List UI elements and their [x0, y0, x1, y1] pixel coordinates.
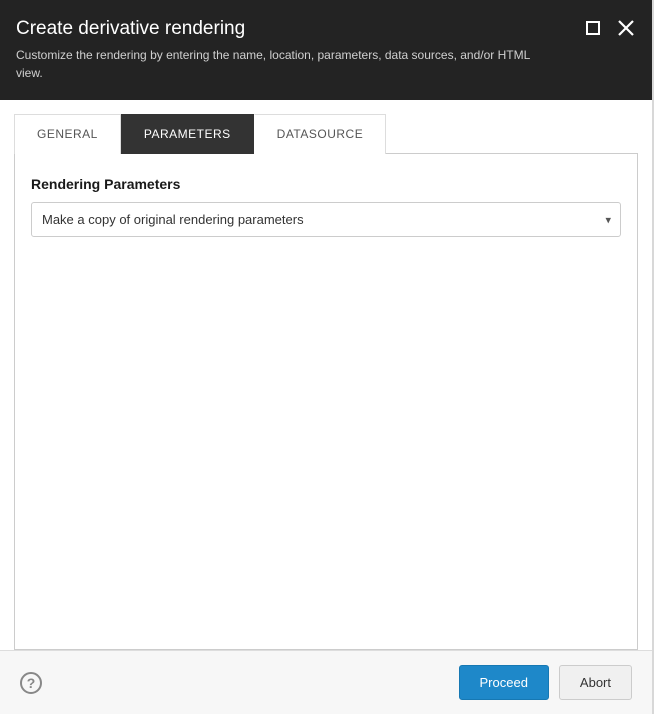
maximize-button[interactable] — [586, 21, 600, 35]
tab-bar: GENERAL PARAMETERS DATASOURCE — [14, 114, 638, 154]
abort-button[interactable]: Abort — [559, 665, 632, 700]
rendering-parameters-select[interactable]: Make a copy of original rendering parame… — [31, 202, 621, 237]
close-icon — [616, 18, 636, 38]
dialog-header: Create derivative rendering Customize th… — [0, 0, 652, 100]
tab-datasource[interactable]: DATASOURCE — [254, 114, 387, 154]
proceed-button[interactable]: Proceed — [459, 665, 549, 700]
close-button[interactable] — [616, 18, 636, 38]
tab-content: Rendering Parameters Make a copy of orig… — [14, 154, 638, 650]
dialog-body: GENERAL PARAMETERS DATASOURCE Rendering … — [0, 100, 652, 650]
help-icon: ? — [27, 675, 36, 691]
tab-parameters[interactable]: PARAMETERS — [121, 114, 254, 154]
window-controls — [586, 18, 636, 38]
rendering-parameters-field: Make a copy of original rendering parame… — [31, 202, 621, 237]
dialog-footer: ? Proceed Abort — [0, 650, 652, 714]
maximize-icon — [586, 21, 600, 35]
rendering-parameters-label: Rendering Parameters — [31, 176, 621, 192]
help-button[interactable]: ? — [20, 672, 42, 694]
tab-general[interactable]: GENERAL — [14, 114, 121, 154]
dialog: Create derivative rendering Customize th… — [0, 0, 654, 714]
dialog-title: Create derivative rendering — [16, 18, 634, 40]
footer-buttons: Proceed Abort — [459, 665, 633, 700]
dialog-subtitle: Customize the rendering by entering the … — [16, 46, 556, 82]
